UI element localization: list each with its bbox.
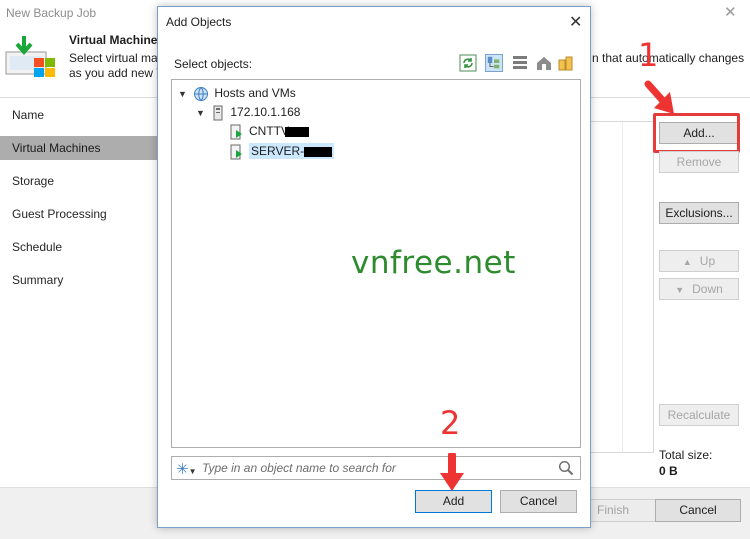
window-title: New Backup Job [6, 6, 97, 20]
total-size-label: Total size: [659, 448, 713, 462]
nav-item-name[interactable]: Name [0, 103, 158, 127]
close-icon[interactable]: ✕ [724, 3, 737, 21]
vm-running-icon [230, 124, 242, 140]
annotation-step-2: 2 [440, 404, 461, 442]
down-button-label: Down [692, 282, 723, 296]
vm-download-icon [5, 36, 55, 77]
add-button-highlight [653, 113, 740, 153]
tree-node-host[interactable]: ▼ 172.10.1.168 [196, 103, 300, 121]
description-line-2: as you add new V [69, 66, 165, 80]
server-icon [213, 105, 223, 121]
tree-node-hosts-and-vms[interactable]: ▼ Hosts and VMs [178, 84, 296, 102]
tree-label-host: 172.10.1.168 [230, 105, 301, 119]
dialog-cancel-button[interactable]: Cancel [500, 490, 577, 513]
search-icon[interactable] [558, 460, 574, 476]
remove-button[interactable]: Remove [659, 151, 739, 173]
down-button[interactable]: ▼ Down [659, 278, 739, 300]
tree-label-vm-1: CNTTV [249, 124, 289, 138]
tree-label-vm-2-text: SERVER- [251, 144, 305, 158]
vm-list-table[interactable] [590, 121, 654, 453]
tree-label-vm-2: SERVER- [249, 143, 335, 159]
hosts-globe-icon [194, 86, 209, 101]
tree-label-root: Hosts and VMs [214, 86, 296, 100]
dialog-add-button[interactable]: Add [415, 490, 492, 513]
select-objects-label: Select objects: [174, 57, 253, 71]
description-line-1: Select virtual ma [69, 51, 158, 65]
exclusions-button[interactable]: Exclusions... [659, 202, 739, 224]
nav-item-guest-processing[interactable]: Guest Processing [0, 202, 158, 226]
total-size-value: 0 B [659, 464, 678, 478]
search-input[interactable]: Type in an object name to search for [202, 461, 396, 475]
arrow-up-icon: ▲ [682, 257, 692, 267]
recalculate-button[interactable]: Recalculate [659, 404, 739, 426]
watermark-text: vnfree.net [351, 245, 516, 281]
collapse-chevron-icon[interactable]: ▼ [178, 85, 190, 103]
up-button-label: Up [699, 254, 716, 268]
tags-view-icon[interactable] [557, 54, 575, 72]
vms-and-templates-view-icon[interactable] [511, 54, 529, 72]
up-button[interactable]: ▲ Up [659, 250, 739, 272]
redaction-mark [304, 146, 333, 157]
datastores-view-icon[interactable] [535, 54, 553, 72]
dialog-close-icon[interactable]: ✕ [569, 12, 582, 32]
dialog-title: Add Objects [166, 15, 232, 29]
annotation-step-1: 1 [638, 36, 659, 74]
nav-item-schedule[interactable]: Schedule [0, 235, 158, 259]
object-search-box[interactable]: ✳▼ Type in an object name to search for [171, 456, 581, 480]
arrow-down-icon: ▼ [675, 285, 685, 295]
tree-node-vm-cnttv[interactable]: CNTTV [230, 122, 309, 140]
wizard-cancel-button[interactable]: Cancel [655, 499, 741, 522]
annotation-arrow-2-icon [440, 453, 464, 491]
redaction-mark [285, 126, 309, 137]
tree-node-vm-server[interactable]: SERVER- [230, 142, 335, 160]
refresh-icon[interactable] [459, 54, 477, 72]
add-objects-dialog: Add Objects ✕ Select objects: ▼ Hosts an… [157, 6, 591, 528]
collapse-chevron-icon[interactable]: ▼ [196, 104, 208, 122]
nav-item-virtual-machines[interactable]: Virtual Machines [0, 136, 158, 160]
nav-item-summary[interactable]: Summary [0, 268, 158, 292]
description-right: n that automatically changes [592, 51, 745, 65]
hosts-and-clusters-view-icon[interactable] [485, 54, 503, 72]
annotation-arrow-1-icon [644, 80, 674, 114]
step-heading: Virtual Machines [69, 33, 165, 47]
vm-running-icon [230, 144, 242, 160]
search-filter-icon[interactable]: ✳▼ [176, 460, 197, 478]
nav-item-storage[interactable]: Storage [0, 169, 158, 193]
